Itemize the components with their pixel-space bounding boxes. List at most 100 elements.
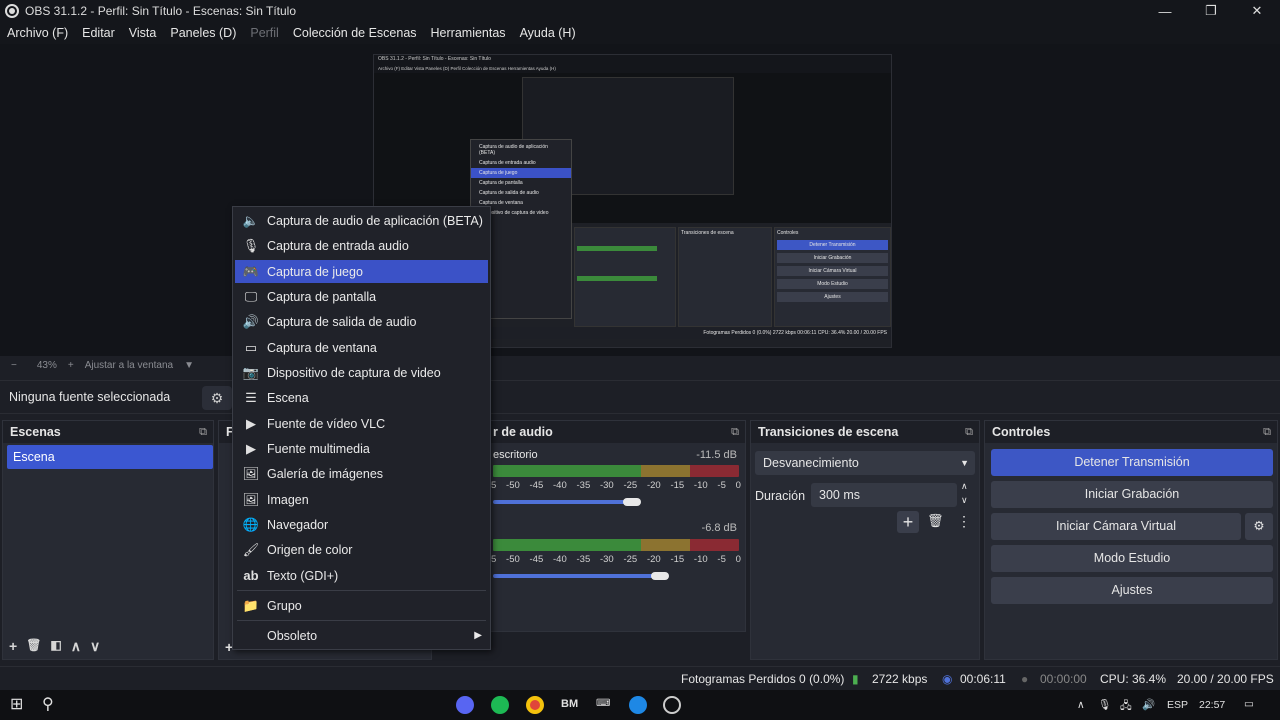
menu-editar[interactable]: Editar [82,26,115,40]
volume-meter [493,465,739,477]
dock-popout-icon[interactable]: ⧉ [731,421,739,443]
network-icon[interactable]: 🖧 [1120,698,1132,716]
volume-slider[interactable] [493,500,633,504]
menu-item-image-slideshow[interactable]: 🖼 Galería de imágenes [235,462,488,485]
search-icon[interactable]: ⚲ [42,694,54,714]
dock-popout-icon[interactable]: ⧉ [1263,421,1271,443]
meter-scale: 5 -50 -45 -40 -35 -30 -25 -20 -15 -10 -5 0 [491,554,741,565]
move-down-button[interactable]: ∨ [90,638,100,655]
start-recording-button[interactable]: Iniciar Grabación [991,481,1273,508]
volume-slider-handle[interactable] [651,572,669,580]
clock[interactable]: 22:57 [1199,699,1225,711]
stream-time: 00:06:11 [960,672,1006,686]
properties-bar: Ninguna fuente seleccionada ⚙ [0,380,1280,414]
properties-gear-icon[interactable]: ⚙ [202,386,232,410]
tray-overflow-icon[interactable]: ∧ [1077,699,1085,711]
menu-item-video-device[interactable]: 📷 Dispositivo de captura de video [235,361,488,384]
gallery-icon: 🖼 [242,465,260,481]
windows-start-icon[interactable]: ⊞ [10,694,23,714]
menu-archivo[interactable]: Archivo (F) [7,26,68,40]
menu-item-audio-output[interactable]: 🔊 Captura de salida de audio [235,310,488,333]
maximize-button[interactable]: ❐ [1188,0,1234,22]
scene-item[interactable]: Escena [7,445,213,469]
bm-app-icon[interactable]: BM [561,698,578,710]
menu-item-audio-input[interactable]: 🎙 Captura de entrada audio [235,234,488,257]
menu-item-display-capture[interactable]: 🖵 Captura de pantalla [235,285,488,308]
menu-item-game-capture[interactable]: 🎮 Captura de juego [235,260,488,283]
remove-scene-button[interactable]: 🗑 [26,638,41,655]
monitor-icon: 🖵 [244,288,258,304]
cpu-usage: CPU: 36.4% [1100,672,1167,686]
signal-bars-icon: ▮ [852,672,859,686]
language-indicator[interactable]: ESP [1167,699,1188,711]
play-icon: ▶ [246,440,256,456]
menu-separator [237,620,486,621]
transition-select[interactable]: Desvanecimiento ▼ [755,451,975,475]
zoom-fit-label[interactable]: Ajustar a la ventana [85,360,173,371]
volume-slider-handle[interactable] [623,498,641,506]
dock-popout-icon[interactable]: ⧉ [199,421,207,443]
menu-item-vlc-source[interactable]: ▶ Fuente de vídeo VLC [235,412,488,435]
microphone-icon: 🎙 [242,237,260,253]
discord-icon[interactable] [456,696,474,714]
transition-more-button[interactable]: ⋮ [957,513,971,530]
menu-herramientas[interactable]: Herramientas [431,26,506,40]
zoom-in-button[interactable]: + [68,360,74,371]
start-virtual-camera-button[interactable]: Iniciar Cámara Virtual [991,513,1241,540]
dropped-frames: Fotogramas Perdidos 0 (0.0%) [681,672,845,686]
menu-item-text-gdi[interactable]: ab Texto (GDI+) [235,564,488,587]
streaming-icon: ◉ [942,672,953,686]
dock-popout-icon[interactable]: ⧉ [965,421,973,443]
image-icon: 🖼 [242,491,260,507]
menu-item-color-source[interactable]: 🖌 Origen de color [235,538,488,561]
virtual-camera-gear-icon[interactable]: ⚙ [1245,513,1273,540]
audio-channel-db: -11.5 dB [696,449,737,461]
menu-ayuda[interactable]: Ayuda (H) [520,26,576,40]
remove-transition-button[interactable]: 🗑 [927,513,944,529]
volume-tray-icon[interactable]: 🔊 [1142,698,1155,711]
menu-coleccion-escenas[interactable]: Colección de Escenas [293,26,417,40]
chrome-icon[interactable] [526,696,544,714]
add-transition-button[interactable]: + [897,511,919,533]
zoom-dropdown-icon[interactable]: ▼ [184,360,194,371]
spin-up-icon[interactable]: ∧ [961,481,968,492]
menu-item-group[interactable]: 📁 Grupo [235,594,488,617]
zoom-out-button[interactable]: − [11,360,17,371]
scene-filters-button[interactable]: ◧ [50,638,61,655]
folder-icon: 📁 [242,597,260,613]
fps-counter: 20.00 / 20.00 FPS [1177,672,1274,686]
spotify-icon[interactable] [491,696,509,714]
menu-item-window-capture[interactable]: ▭ Captura de ventana [235,336,488,359]
mic-icon[interactable]: 🎙 [1098,698,1111,711]
menu-item-deprecated[interactable]: Obsoleto ▶ [235,624,488,647]
menu-item-media-source[interactable]: ▶ Fuente multimedia [235,437,488,460]
stop-streaming-button[interactable]: Detener Transmisión [991,449,1273,476]
volume-slider[interactable] [493,574,661,578]
scenes-dock: Escenas ⧉ Escena + 🗑 ◧ ∧ ∨ [2,420,214,660]
close-button[interactable]: ✕ [1234,0,1280,22]
add-scene-button[interactable]: + [9,638,17,655]
menu-perfil[interactable]: Perfil [250,26,278,40]
menu-vista[interactable]: Vista [129,26,157,40]
duration-input[interactable]: 300 ms [811,483,957,507]
spin-down-icon[interactable]: ∨ [961,495,968,506]
transitions-title: Transiciones de escena [758,425,899,439]
obs-taskbar-icon[interactable] [663,696,681,714]
play-icon: ▶ [246,415,256,431]
menu-separator [237,590,486,591]
edge-icon[interactable] [629,696,647,714]
studio-mode-button[interactable]: Modo Estudio [991,545,1273,572]
move-up-button[interactable]: ∧ [71,638,81,655]
menu-item-app-audio[interactable]: 🔈 Captura de audio de aplicación (BETA) [235,209,488,232]
minimize-button[interactable]: — [1142,0,1188,22]
bitrate: 2722 kbps [872,672,928,686]
menu-item-image[interactable]: 🖼 Imagen [235,488,488,511]
menu-item-browser[interactable]: 🌐 Navegador [235,513,488,536]
gamepad-icon: 🎮 [242,263,260,279]
menu-paneles[interactable]: Paneles (D) [170,26,236,40]
settings-button[interactable]: Ajustes [991,577,1273,604]
terminal-icon[interactable]: ⌨ [596,698,610,709]
list-icon: ☰ [245,389,257,405]
menu-item-scene[interactable]: ☰ Escena [235,386,488,409]
notifications-icon[interactable]: ▭ [1244,698,1254,710]
